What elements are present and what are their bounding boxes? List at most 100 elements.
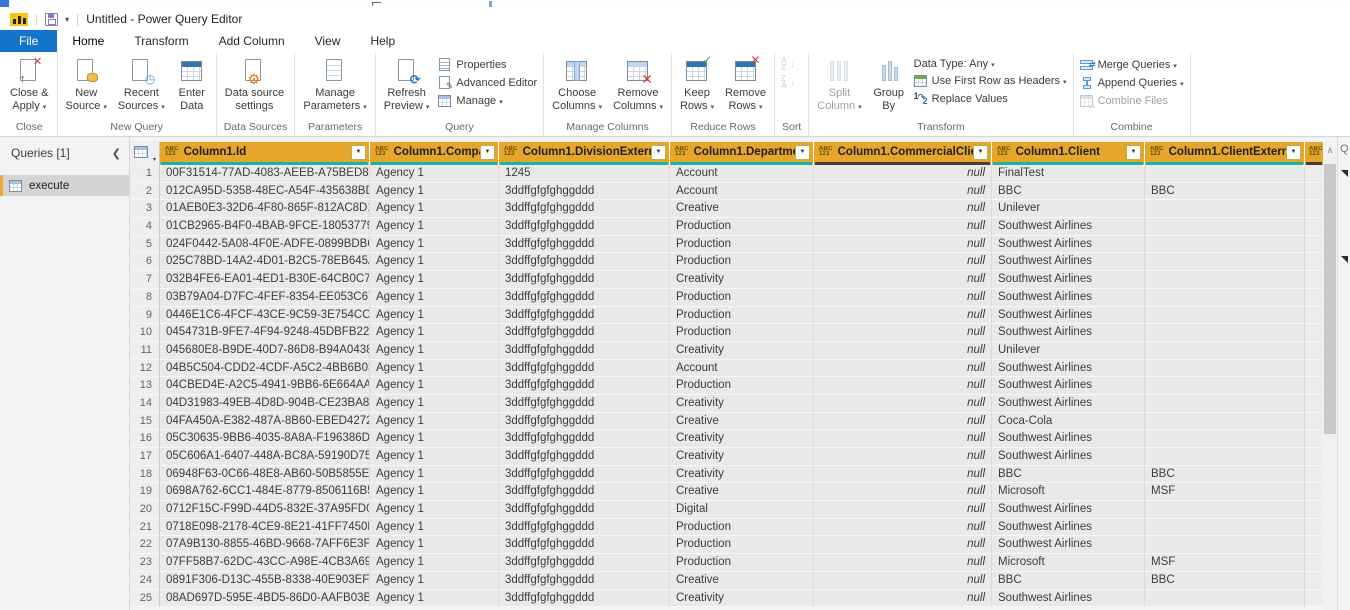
cell[interactable]: Production [670, 536, 814, 554]
cell[interactable]: Account [670, 360, 814, 378]
cell[interactable]: Agency 1 [370, 501, 499, 519]
cell[interactable] [1145, 165, 1305, 183]
cell[interactable]: 0891F306-D13C-455B-8338-40E903EF19... [160, 572, 370, 590]
row-number[interactable]: 25 [130, 590, 160, 608]
cell[interactable] [1145, 307, 1305, 325]
cell[interactable]: 0454731B-9FE7-4F94-9248-45DBFB2252... [160, 324, 370, 342]
cell[interactable]: Southwest Airlines [992, 501, 1145, 519]
cell[interactable]: Southwest Airlines [992, 395, 1145, 413]
cell[interactable]: 0698A762-6CC1-484E-8779-8506116B5E... [160, 483, 370, 501]
cell[interactable]: 3ddffgfgfghggddd [499, 395, 670, 413]
cell[interactable]: 3ddffgfgfghggddd [499, 501, 670, 519]
cell[interactable]: BBC [992, 183, 1145, 201]
cell[interactable]: 3ddffgfgfghggddd [499, 430, 670, 448]
column-header-column1-divisionexternalid[interactable]: ABC123Column1.DivisionExternalId▼ [499, 142, 670, 165]
cell[interactable]: Agency 1 [370, 218, 499, 236]
row-number[interactable]: 13 [130, 377, 160, 395]
remove-columns-button[interactable]: ✕RemoveColumns▾ [608, 55, 668, 114]
cell[interactable]: FinalTest [992, 165, 1145, 183]
row-number[interactable]: 20 [130, 501, 160, 519]
cell[interactable]: Agency 1 [370, 289, 499, 307]
cell[interactable]: Creativity [670, 590, 814, 608]
cell[interactable]: 0718E098-2178-4CE9-8E21-41FF7450BD... [160, 519, 370, 537]
cell[interactable]: null [814, 466, 992, 484]
cell[interactable]: Southwest Airlines [992, 324, 1145, 342]
cell[interactable]: 3ddffgfgfghggddd [499, 289, 670, 307]
cell[interactable]: 05C30635-9BB6-4035-8A8A-F196386D8... [160, 430, 370, 448]
cell[interactable]: Agency 1 [370, 183, 499, 201]
cell[interactable]: Digital [670, 501, 814, 519]
cell[interactable]: 3ddffgfgfghggddd [499, 413, 670, 431]
cell[interactable]: Creativity [670, 430, 814, 448]
column-header-column1-department[interactable]: ABC123Column1.Department▼ [670, 142, 814, 165]
cell[interactable]: 3ddffgfgfghggddd [499, 236, 670, 254]
cell[interactable] [1145, 377, 1305, 395]
cell[interactable]: Production [670, 253, 814, 271]
cell[interactable] [1145, 360, 1305, 378]
column-header-column1-commercialclientgroup[interactable]: ABC123Column1.CommercialClientGroup▼ [814, 142, 992, 165]
tab-add-column[interactable]: Add Column [204, 30, 300, 52]
cell[interactable]: 3ddffgfgfghggddd [499, 218, 670, 236]
cell[interactable]: Agency 1 [370, 271, 499, 289]
save-icon[interactable] [45, 13, 58, 26]
row-number[interactable]: 9 [130, 307, 160, 325]
cell[interactable]: 3ddffgfgfghggddd [499, 342, 670, 360]
row-number[interactable]: 8 [130, 289, 160, 307]
cell[interactable]: null [814, 536, 992, 554]
cell[interactable]: Creative [670, 572, 814, 590]
cell[interactable] [1145, 271, 1305, 289]
cell[interactable]: Microsoft [992, 554, 1145, 572]
cell[interactable]: Production [670, 307, 814, 325]
cell[interactable]: 00F31514-77AD-4083-AEEB-A75BED867... [160, 165, 370, 183]
cell[interactable]: Southwest Airlines [992, 253, 1145, 271]
cell[interactable]: Creativity [670, 395, 814, 413]
cell[interactable]: Agency 1 [370, 466, 499, 484]
cell[interactable]: Southwest Airlines [992, 360, 1145, 378]
cell[interactable] [1145, 324, 1305, 342]
cell[interactable]: Southwest Airlines [992, 519, 1145, 537]
cell[interactable]: BBC [992, 466, 1145, 484]
collapse-pane-icon[interactable]: ❮ [112, 147, 121, 160]
column-header-column1-id[interactable]: ABC123Column1.Id▼ [160, 142, 370, 165]
cell[interactable]: 3ddffgfgfghggddd [499, 307, 670, 325]
cell[interactable]: Agency 1 [370, 554, 499, 572]
cell[interactable]: null [814, 413, 992, 431]
cell[interactable]: Southwest Airlines [992, 271, 1145, 289]
cell[interactable]: Coca-Cola [992, 413, 1145, 431]
cell[interactable]: 3ddffgfgfghggddd [499, 536, 670, 554]
cell[interactable]: 3ddffgfgfghggddd [499, 590, 670, 608]
row-number[interactable]: 22 [130, 536, 160, 554]
cell[interactable]: null [814, 554, 992, 572]
cell[interactable]: Account [670, 183, 814, 201]
cell[interactable]: Creative [670, 200, 814, 218]
cell[interactable]: null [814, 253, 992, 271]
row-number[interactable]: 7 [130, 271, 160, 289]
cell[interactable]: 04CBED4E-A2C5-4941-9BB6-6E664AABF... [160, 377, 370, 395]
cell[interactable] [1145, 200, 1305, 218]
manage-parameters-button[interactable]: ManageParameters▾ [298, 55, 371, 114]
cell[interactable]: null [814, 430, 992, 448]
remove-rows-button[interactable]: ✕RemoveRows▾ [720, 55, 771, 114]
cell[interactable]: 3ddffgfgfghggddd [499, 183, 670, 201]
cell[interactable]: Production [670, 324, 814, 342]
cell[interactable]: 03B79A04-D7FC-4FEF-8354-EE053C67F4... [160, 289, 370, 307]
cell[interactable]: Production [670, 519, 814, 537]
cell[interactable]: 3ddffgfgfghggddd [499, 253, 670, 271]
column-filter-button[interactable]: ▼ [1286, 145, 1301, 160]
row-number[interactable]: 2 [130, 183, 160, 201]
use-first-row-as-headers-button[interactable]: Use First Row as Headers▾ [911, 73, 1070, 89]
row-number[interactable]: 17 [130, 448, 160, 466]
row-number[interactable]: 11 [130, 342, 160, 360]
query-settings-pane-collapsed[interactable]: Q [1337, 137, 1350, 610]
cell[interactable]: Agency 1 [370, 324, 499, 342]
column-filter-button[interactable]: ▼ [973, 145, 988, 160]
data-type-any-button[interactable]: Data Type: Any▾ [911, 57, 1070, 71]
cell[interactable]: null [814, 218, 992, 236]
cell[interactable]: MSF [1145, 483, 1305, 501]
cell[interactable]: Creativity [670, 466, 814, 484]
cell[interactable]: Southwest Airlines [992, 218, 1145, 236]
cell[interactable]: null [814, 377, 992, 395]
cell[interactable]: 07A9B130-8855-46BD-9668-7AFF6E3F05... [160, 536, 370, 554]
column-header-column1-client[interactable]: ABC123Column1.Client▼ [992, 142, 1145, 165]
cell[interactable] [1145, 413, 1305, 431]
